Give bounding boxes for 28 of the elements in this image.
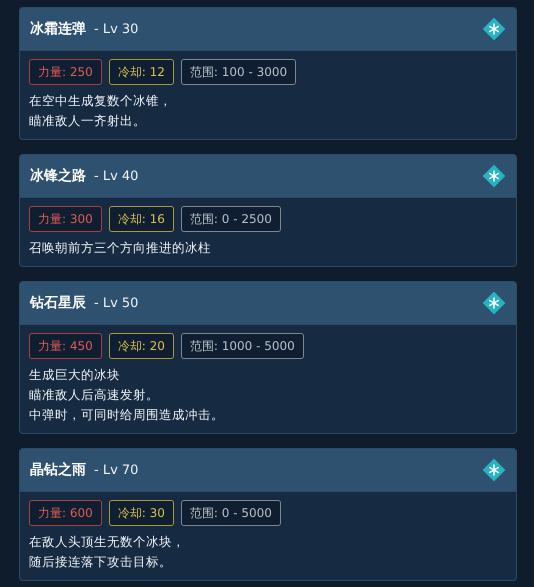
- description-line: 随后接连落下攻击目标。: [29, 553, 173, 571]
- power-tag: 力量: 450: [29, 333, 102, 359]
- description-line: 召唤朝前方三个方向推进的冰柱: [29, 239, 212, 257]
- description-line: 生成巨大的冰块: [29, 366, 121, 384]
- cooldown-tag: 冷却: 30: [108, 500, 174, 526]
- skill-level: - Lv 70: [94, 462, 138, 478]
- skill-name: 钻石星辰: [30, 294, 86, 312]
- skill-level: - Lv 30: [94, 22, 138, 36]
- description-line: 瞄准敌人一齐射出。: [29, 112, 147, 130]
- cooldown-tag: 冷却: 16: [108, 206, 174, 232]
- power-tag: 力量: 250: [29, 59, 102, 85]
- range-tag: 范围: 100 - 3000: [180, 59, 296, 85]
- skill-level: - Lv 50: [94, 296, 138, 310]
- skill-name: 冰锋之路: [30, 167, 86, 185]
- description-line: 在敌人头顶生无数个冰块，: [29, 533, 186, 551]
- cooldown-tag: 冷却: 12: [108, 59, 174, 85]
- range-tag: 范围: 0 - 2500: [180, 206, 281, 232]
- skill-name: 冰霜连弹: [30, 20, 86, 38]
- range-tag: 范围: 1000 - 5000: [180, 333, 304, 359]
- description-line: 瞄准敌人后高速发射。: [29, 386, 160, 404]
- description-line: 在空中生成复数个冰锥，: [29, 92, 173, 110]
- range-tag: 范围: 0 - 5000: [180, 500, 281, 526]
- skill-level: - Lv 40: [94, 168, 138, 184]
- cooldown-tag: 冷却: 20: [108, 333, 174, 359]
- description-line: 中弹时，可同时给周围造成冲击。: [29, 406, 225, 424]
- power-tag: 力量: 300: [29, 206, 102, 232]
- power-tag: 力量: 600: [29, 500, 102, 526]
- skill-name: 晶钻之雨: [30, 461, 86, 479]
